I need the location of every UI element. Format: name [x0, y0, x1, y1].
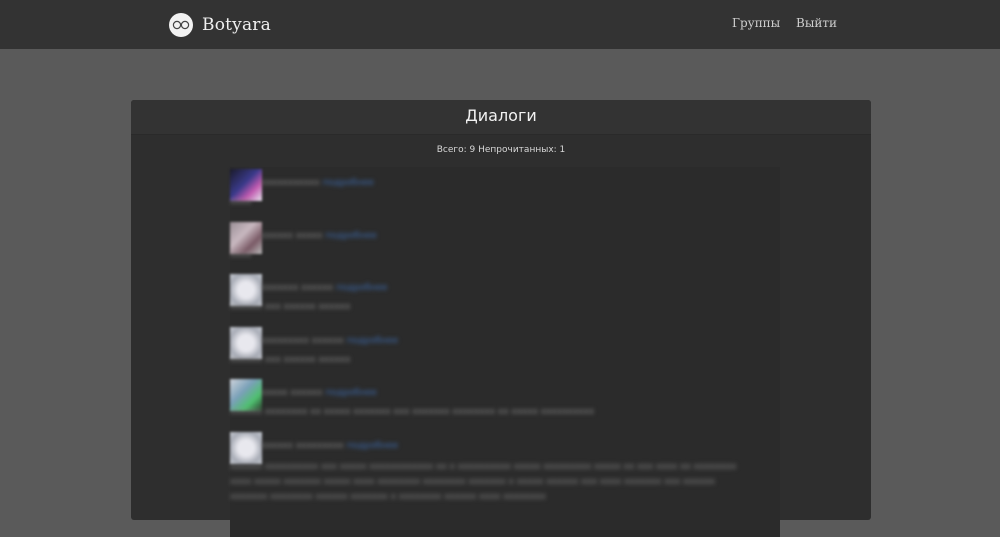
brand[interactable]: Botyara	[169, 12, 271, 38]
dialog-details-link[interactable]: подробнее	[325, 231, 376, 241]
panel-header: Диалоги	[131, 100, 871, 135]
dialog-name: xxxxxxxxx xxxxxx подробнее	[261, 336, 399, 346]
dialog-details-link[interactable]: подробнее	[336, 283, 387, 293]
page-title: Диалоги	[465, 106, 537, 125]
dialog-preview: xxxx	[230, 250, 252, 260]
dialog-preview: xxxx	[230, 197, 252, 207]
dialog-preview: xxxxxx xxxxxxxxxx xxx xxxxx xxxxxxxxxxxx…	[230, 462, 737, 502]
dialog-name: xxxxx xxxxxx подробнее	[261, 388, 377, 398]
dialog-name: xxxxxxx xxxxxx подробнее	[261, 283, 388, 293]
nav-groups-link[interactable]: Группы	[732, 16, 780, 30]
dialog-list: xxxxxxxxxxx подробнее xxxx xxxxxx xxxxx по…	[230, 167, 780, 537]
dialog-preview: xxxxxx xxx xxxxxx xxxxxx	[230, 355, 351, 365]
dialog-preview: xxxxxx xxx xxxxxx xxxxxx	[230, 302, 351, 312]
top-navbar: Botyara Группы Выйти	[0, 0, 1000, 49]
dialog-details-link[interactable]: подробнее	[325, 388, 376, 398]
dialog-details-link[interactable]: подробнее	[347, 441, 398, 451]
dialog-details-link[interactable]: подробнее	[323, 178, 374, 188]
dialog-name: xxxxxxxxxxx подробнее	[261, 178, 374, 188]
dialog-preview: xxxxxx xxxxxxxx xx xxxxx xxxxxxx xxx xxx…	[230, 407, 595, 417]
glasses-logo-icon	[169, 13, 193, 37]
dialog-name: xxxxxx xxxxx подробнее	[261, 231, 377, 241]
brand-name: Botyara	[202, 15, 271, 35]
dialog-details-link[interactable]: подробнее	[347, 336, 398, 346]
nav-logout-link[interactable]: Выйти	[796, 16, 837, 30]
dialogs-panel: Диалоги Всего: 9 Непрочитанных: 1 xxxxxx…	[131, 100, 871, 537]
dialog-name: xxxxxx xxxxxxxxx подробнее	[261, 441, 399, 451]
dialogs-summary: Всего: 9 Непрочитанных: 1	[436, 145, 566, 155]
